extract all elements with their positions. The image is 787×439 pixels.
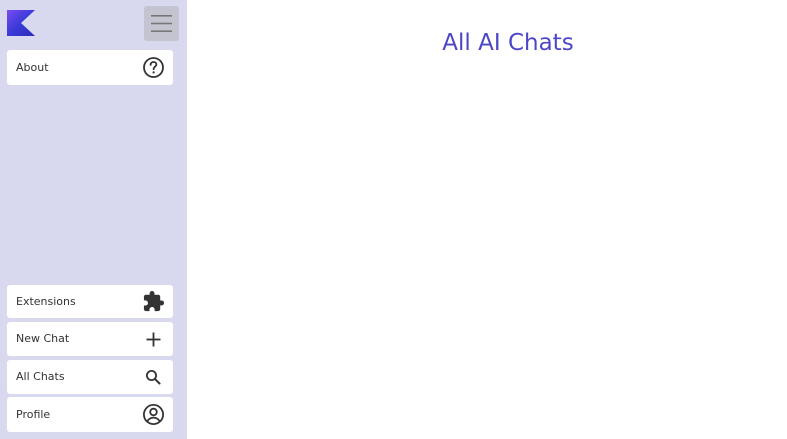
sidebar-item-extensions[interactable]: Extensions	[7, 285, 173, 318]
account-circle-icon	[142, 403, 165, 426]
page-title: All AI Chats	[442, 30, 574, 56]
sidebar-item-label: All Chats	[16, 370, 65, 383]
sidebar-item-all-chats[interactable]: All Chats	[7, 360, 173, 394]
puzzle-icon	[142, 290, 165, 313]
plus-icon	[142, 328, 165, 351]
search-icon	[142, 366, 165, 389]
sidebar-item-label: About	[16, 61, 49, 74]
sidebar-item-profile[interactable]: Profile	[7, 397, 173, 432]
hamburger-menu-icon	[151, 15, 172, 32]
sidebar-item-label: New Chat	[16, 332, 70, 345]
hamburger-menu-button[interactable]	[144, 6, 179, 41]
sidebar-item-about[interactable]: About	[7, 50, 173, 85]
sidebar-item-new-chat[interactable]: New Chat	[7, 322, 173, 356]
kotlin-logo-icon[interactable]	[7, 10, 35, 36]
sidebar-item-label: Profile	[16, 408, 51, 421]
sidebar: About Extensions New Chat All Chats Prof…	[0, 0, 187, 439]
sidebar-item-label: Extensions	[16, 295, 76, 308]
help-circle-icon	[142, 56, 165, 79]
